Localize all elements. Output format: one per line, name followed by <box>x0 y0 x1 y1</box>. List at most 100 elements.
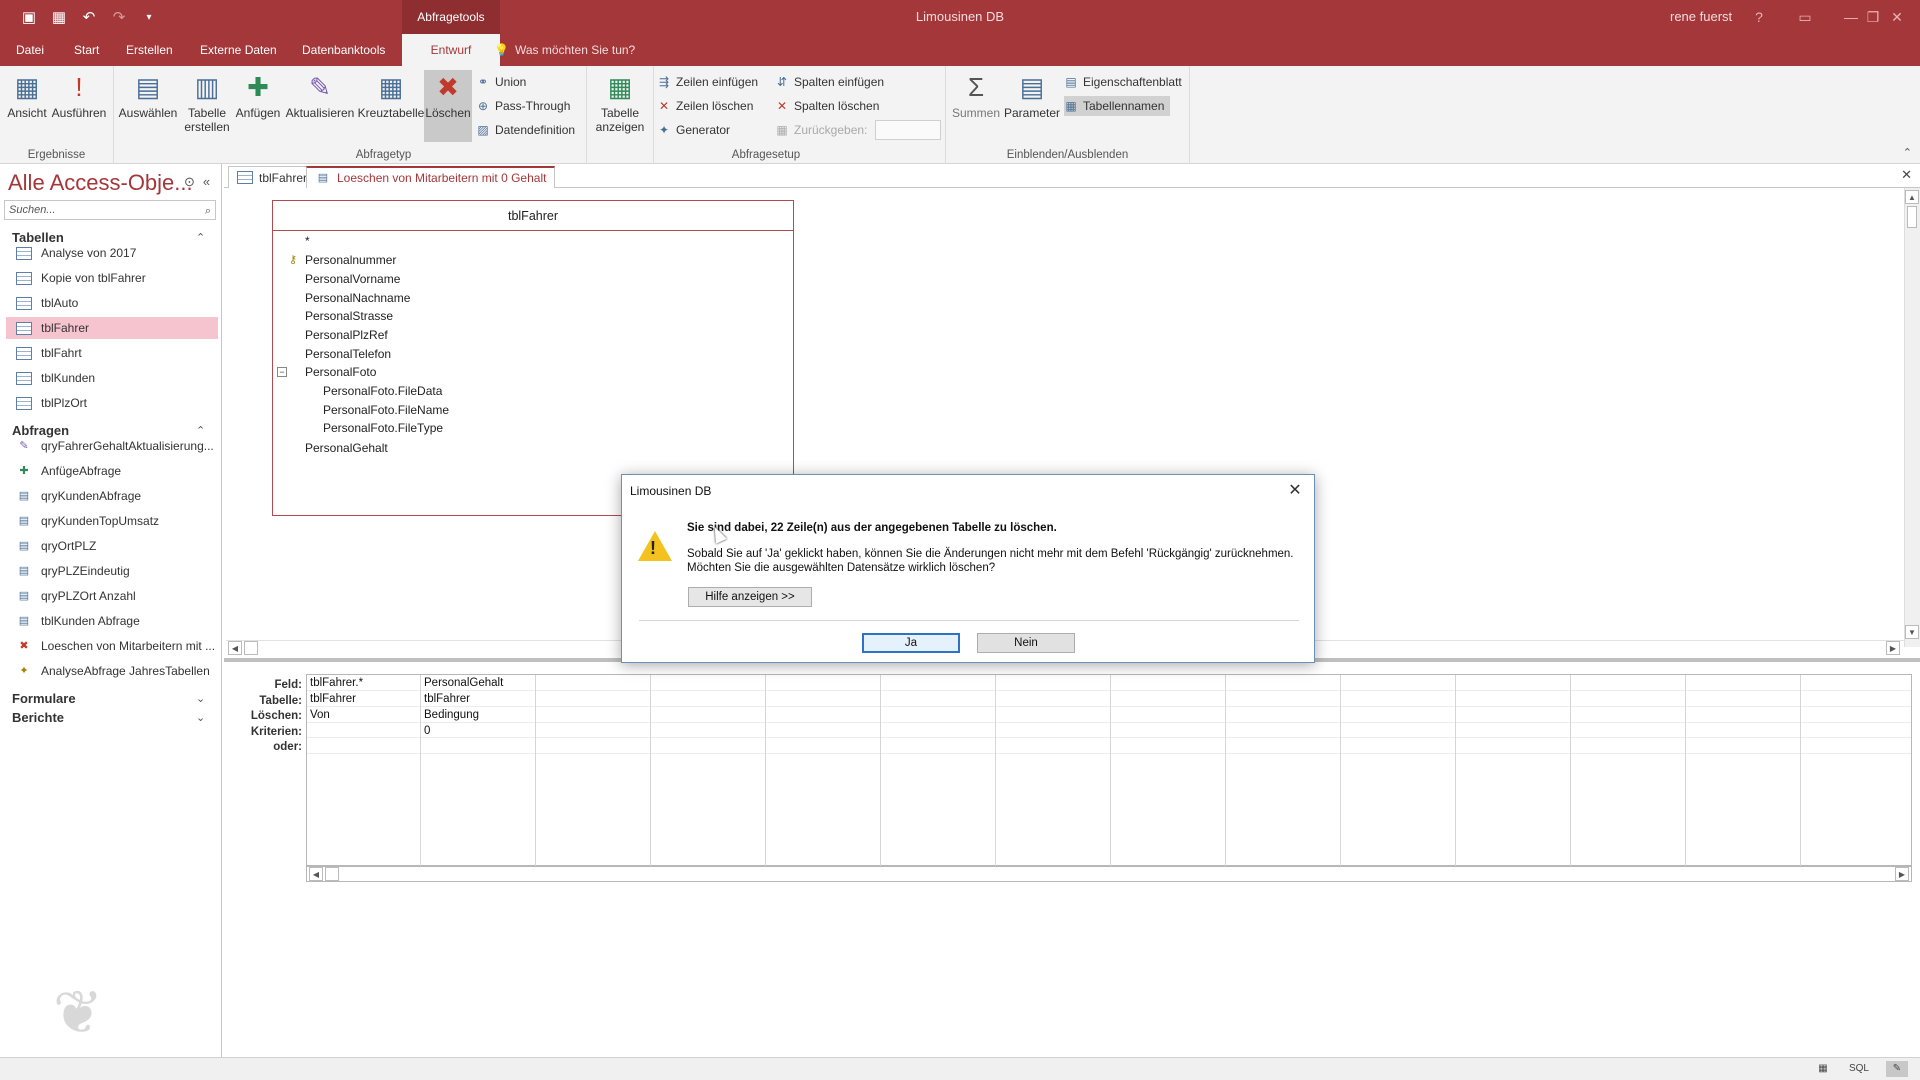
expand-down-icon[interactable]: ⌄ <box>196 692 205 705</box>
scroll-thumb[interactable] <box>1907 206 1917 228</box>
field-item[interactable]: PersonalNachname <box>305 291 410 305</box>
field-subitem[interactable]: PersonalFoto.FileType <box>323 421 443 435</box>
minimize-icon[interactable]: — <box>1840 6 1862 28</box>
grid-column-empty[interactable] <box>996 675 1111 867</box>
nav-query-item[interactable]: ✎ qryFahrerGehaltAktualisierung... <box>6 435 218 457</box>
generator-button[interactable]: ✦ Generator <box>657 120 730 140</box>
loeschen-button[interactable]: ✖ Löschen <box>424 70 472 142</box>
field-item[interactable]: PersonalVorname <box>305 272 400 286</box>
union-button[interactable]: ⚭ Union <box>476 72 526 92</box>
zeilen-loeschen-button[interactable]: ✕ Zeilen löschen <box>657 96 753 116</box>
nav-query-item[interactable]: ▤ qryPLZOrt Anzahl <box>6 585 218 607</box>
nav-menu-icon[interactable]: ⊙ <box>184 174 195 190</box>
nav-table-item[interactable]: tblKunden <box>6 367 218 389</box>
grid-horizontal-scrollbar[interactable]: ◀ ▶ <box>306 866 1912 882</box>
nav-section-formulare[interactable]: Formulare <box>12 691 76 706</box>
cell-tabelle[interactable]: tblFahrer <box>424 693 470 705</box>
zeilen-einfuegen-button[interactable]: ⇶ Zeilen einfügen <box>657 72 758 92</box>
doc-tab-tblfahrer[interactable]: tblFahrer <box>228 166 317 188</box>
undo-icon[interactable]: ↶ <box>78 6 100 28</box>
nav-table-item[interactable]: Analyse von 2017 <box>6 242 218 264</box>
nav-section-berichte[interactable]: Berichte <box>12 710 64 725</box>
zurueckgeben-combo[interactable] <box>875 120 941 140</box>
datasheet-view-icon[interactable]: ▦ <box>1812 1061 1834 1077</box>
nav-table-item[interactable]: tblFahrt <box>6 342 218 364</box>
scroll-left-icon[interactable]: ◀ <box>228 641 242 655</box>
scroll-thumb[interactable] <box>325 867 339 881</box>
spalten-einfuegen-button[interactable]: ⇵ Spalten einfügen <box>775 72 884 92</box>
nav-query-item[interactable]: ▤ tblKunden Abfrage <box>6 610 218 632</box>
help-icon[interactable]: ? <box>1748 6 1770 28</box>
field-item[interactable]: PersonalStrasse <box>305 309 393 323</box>
field-item[interactable]: Personalnummer <box>305 253 396 267</box>
scroll-right-icon[interactable]: ▶ <box>1886 641 1900 655</box>
collapse-ribbon-icon[interactable]: ⌃ <box>1903 146 1912 159</box>
grid-column-1[interactable]: tblFahrer.* tblFahrer Von <box>307 675 421 867</box>
nav-table-item-selected[interactable]: tblFahrer <box>6 317 218 339</box>
tab-erstellen[interactable]: Erstellen <box>116 34 183 66</box>
close-icon[interactable]: ✕ <box>1886 6 1908 28</box>
tab-start[interactable]: Start <box>64 34 109 66</box>
cell-kriterien[interactable]: 0 <box>424 725 430 737</box>
field-item[interactable]: PersonalFoto <box>305 365 376 379</box>
cell-tabelle[interactable]: tblFahrer <box>310 693 356 705</box>
nav-table-item[interactable]: tblPlzOrt <box>6 392 218 414</box>
kreuztabelle-button[interactable]: ▦ Kreuztabelle <box>356 70 426 142</box>
anfuegen-button[interactable]: ✚ Anfügen <box>232 70 284 142</box>
cell-loeschen[interactable]: Bedingung <box>424 709 479 721</box>
tell-me-box[interactable]: 💡 Was möchten Sie tun? <box>494 34 635 66</box>
field-subitem[interactable]: PersonalFoto.FileName <box>323 403 449 417</box>
tab-datei[interactable]: Datei <box>6 34 54 66</box>
grid-column-empty[interactable] <box>1226 675 1341 867</box>
nav-table-item[interactable]: Kopie von tblFahrer <box>6 267 218 289</box>
eigenschaftenblatt-button[interactable]: ▤ Eigenschaftenblatt <box>1064 72 1181 92</box>
nav-query-item[interactable]: ▤ qryKundenTopUmsatz <box>6 510 218 532</box>
nav-query-item[interactable]: ▤ qryPLZEindeutig <box>6 560 218 582</box>
nav-query-item[interactable]: ✖ Loeschen von Mitarbeitern mit ... <box>6 635 218 657</box>
search-icon[interactable]: ⌕ <box>205 202 211 220</box>
nav-query-item[interactable]: ✦ AnalyseAbfrage JahresTabellen <box>6 660 218 682</box>
pass-through-button[interactable]: ⊕ Pass-Through <box>476 96 570 116</box>
grid-column-empty[interactable] <box>1111 675 1226 867</box>
field-item[interactable]: PersonalGehalt <box>305 441 388 455</box>
field-item[interactable]: * <box>305 234 310 248</box>
cell-feld[interactable]: PersonalGehalt <box>424 677 503 689</box>
nav-collapse-icon[interactable]: « <box>203 174 210 190</box>
tabelle-anzeigen-button[interactable]: ▦ Tabelle anzeigen <box>589 70 651 142</box>
grid-column-empty[interactable] <box>1686 675 1801 867</box>
parameter-button[interactable]: ▤ Parameter <box>1002 70 1062 142</box>
tabellennamen-button[interactable]: ▦ Tabellennamen <box>1064 96 1171 116</box>
ausfuehren-button[interactable]: ! Ausführen <box>50 70 108 142</box>
upper-vertical-scrollbar[interactable]: ▲ ▼ <box>1904 188 1920 647</box>
nav-header[interactable]: Alle Access-Obje... <box>8 170 193 196</box>
scroll-thumb[interactable] <box>244 641 258 655</box>
design-view-icon[interactable]: ✎ <box>1886 1061 1908 1077</box>
field-list-tblfahrer[interactable]: tblFahrer * ⚷ Personalnummer PersonalVor… <box>272 200 794 516</box>
grid-column-empty[interactable] <box>1341 675 1456 867</box>
scroll-right-icon[interactable]: ▶ <box>1895 867 1909 881</box>
customize-qat-icon[interactable]: ▾ <box>138 6 160 28</box>
sql-view-button[interactable]: SQL <box>1848 1061 1870 1077</box>
field-item[interactable]: PersonalPlzRef <box>305 328 388 342</box>
cell-feld[interactable]: tblFahrer.* <box>310 677 363 689</box>
ribbon-options-icon[interactable]: ▭ <box>1794 6 1816 28</box>
redo-icon[interactable]: ↷ <box>108 6 130 28</box>
user-name[interactable]: rene fuerst <box>1670 9 1732 24</box>
nav-table-item[interactable]: tblAuto <box>6 292 218 314</box>
nav-query-item[interactable]: ▤ qryOrtPLZ <box>6 535 218 557</box>
tab-datenbanktools[interactable]: Datenbanktools <box>292 34 395 66</box>
show-help-button[interactable]: Hilfe anzeigen >> <box>688 587 812 607</box>
tab-entwurf[interactable]: Entwurf <box>402 34 500 66</box>
grid-column-empty[interactable] <box>651 675 766 867</box>
doc-tab-delete-query[interactable]: ▤ Loeschen von Mitarbeitern mit 0 Gehalt <box>306 166 556 188</box>
grid-column-empty[interactable] <box>881 675 996 867</box>
expand-down-icon[interactable]: ⌄ <box>196 711 205 724</box>
tab-externe-daten[interactable]: Externe Daten <box>190 34 287 66</box>
grid-column-empty[interactable] <box>766 675 881 867</box>
grid-column-empty[interactable] <box>1801 675 1911 867</box>
table-view-icon[interactable]: ▦ <box>48 6 70 28</box>
collapse-toggle-icon[interactable]: − <box>277 367 287 377</box>
spalten-loeschen-button[interactable]: ✕ Spalten löschen <box>775 96 879 116</box>
restore-icon[interactable]: ❐ <box>1862 6 1884 28</box>
save-icon[interactable]: ▣ <box>18 6 40 28</box>
